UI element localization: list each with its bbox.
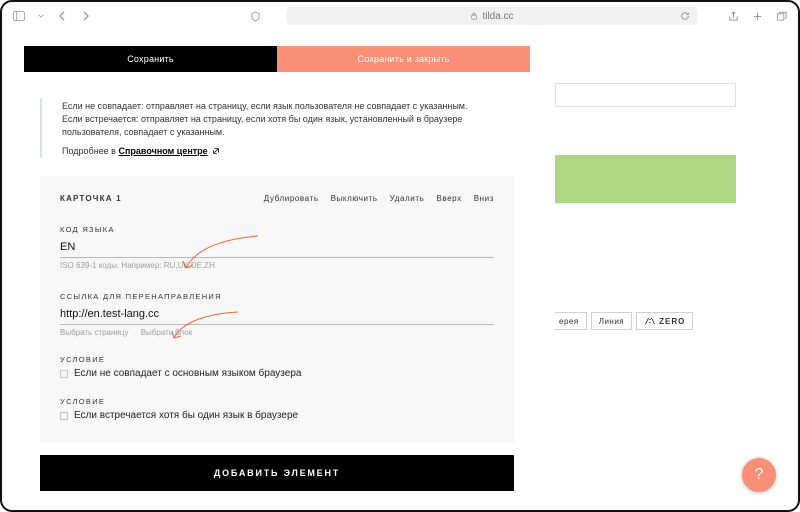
- lang-code-input[interactable]: [60, 238, 494, 258]
- settings-panel: Сохранить Сохранить и закрыть Если не со…: [24, 46, 530, 500]
- field-label: КОД ЯЗЫКА: [60, 225, 494, 234]
- info-line: Если встречается: отправляет на страницу…: [62, 113, 510, 139]
- action-delete[interactable]: Удалить: [390, 194, 425, 203]
- card-actions: Дублировать Выключить Удалить Вверх Вниз: [264, 194, 494, 203]
- save-button[interactable]: Сохранить: [24, 46, 277, 72]
- help-fab[interactable]: ?: [742, 458, 776, 492]
- sidebar-toggle-icon[interactable]: [12, 9, 26, 23]
- field-label: ССЫЛКА ДЛЯ ПЕРЕНАПРАВЛЕНИЯ: [60, 292, 494, 301]
- lock-icon: [470, 12, 478, 20]
- block-toolbar: ерея Линия ZERO: [555, 312, 693, 330]
- share-icon[interactable]: [726, 9, 740, 23]
- forward-icon[interactable]: [78, 9, 92, 23]
- toolbar-gallery[interactable]: ерея: [555, 312, 587, 330]
- plus-icon[interactable]: [750, 9, 764, 23]
- condition-checkbox[interactable]: [60, 370, 68, 378]
- condition-2: УСЛОВИЕ Если встречается хотя бы один яз…: [60, 397, 494, 421]
- condition-1: УСЛОВИЕ Если не совпадает с основным язы…: [60, 355, 494, 379]
- info-more: Подробнее в Справочном центре: [62, 145, 510, 158]
- field-label: УСЛОВИЕ: [60, 397, 494, 406]
- action-disable[interactable]: Выключить: [331, 194, 378, 203]
- action-up[interactable]: Вверх: [436, 194, 461, 203]
- field-label: УСЛОВИЕ: [60, 355, 494, 364]
- info-line: Если не совпадает: отправляет на страниц…: [62, 100, 510, 113]
- condition-text: Если не совпадает с основным языком брау…: [74, 368, 301, 379]
- field-hint: ISO 639-1 коды. Например: RU,UK,DE,ZH: [60, 261, 494, 270]
- lang-code-field: КОД ЯЗЫКА ISO 639-1 коды. Например: RU,U…: [60, 225, 494, 270]
- condition-text: Если встречается хотя бы один язык в бра…: [74, 410, 298, 421]
- url-text: tilda.cc: [482, 11, 513, 22]
- refresh-icon[interactable]: [678, 9, 692, 23]
- redirect-field: ССЫЛКА ДЛЯ ПЕРЕНАПРАВЛЕНИЯ Выбрать стран…: [60, 292, 494, 337]
- add-element-button[interactable]: ДОБАВИТЬ ЭЛЕМЕНТ: [40, 455, 514, 491]
- zero-icon: [644, 316, 656, 326]
- info-box: Если не совпадает: отправляет на страниц…: [40, 98, 530, 158]
- shield-icon[interactable]: [248, 9, 262, 23]
- address-bar[interactable]: tilda.cc: [286, 7, 698, 25]
- language-card: КАРТОЧКА 1 Дублировать Выключить Удалить…: [40, 176, 514, 443]
- action-down[interactable]: Вниз: [474, 194, 494, 203]
- background-field: [555, 83, 736, 107]
- back-icon[interactable]: [56, 9, 70, 23]
- toolbar-line[interactable]: Линия: [591, 312, 632, 330]
- chevron-down-icon[interactable]: [34, 9, 48, 23]
- help-link[interactable]: Справочном центре: [118, 146, 207, 156]
- save-close-button[interactable]: Сохранить и закрыть: [277, 46, 530, 72]
- tabs-icon[interactable]: [774, 9, 788, 23]
- condition-checkbox[interactable]: [60, 412, 68, 420]
- background-block: [555, 155, 736, 203]
- redirect-input[interactable]: [60, 305, 494, 325]
- select-page-link[interactable]: Выбрать страницу: [60, 328, 128, 337]
- select-block-link[interactable]: Выбрать блок: [141, 328, 192, 337]
- toolbar-zero[interactable]: ZERO: [636, 312, 693, 330]
- card-title: КАРТОЧКА 1: [60, 194, 122, 203]
- action-duplicate[interactable]: Дублировать: [264, 194, 319, 203]
- external-link-icon: [212, 147, 220, 155]
- browser-chrome: tilda.cc: [2, 2, 798, 30]
